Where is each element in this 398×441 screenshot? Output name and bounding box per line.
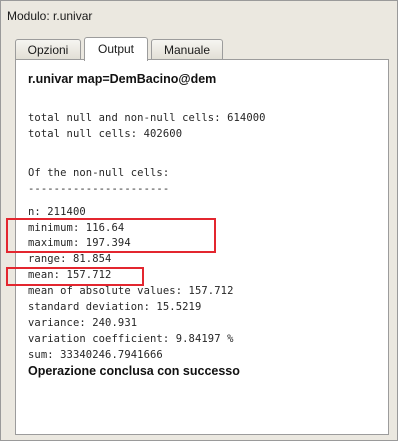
output-line-variation-coeff: variation coefficient: 9.84197 % <box>28 333 234 345</box>
tab-output[interactable]: Output <box>84 37 148 61</box>
module-window: Modulo: r.univar Opzioni Output Manuale … <box>0 0 398 441</box>
status-message: Operazione conclusa con successo <box>28 364 240 378</box>
output-line-sum: sum: 33340246.7941666 <box>28 349 163 361</box>
output-line-variance: variance: 240.931 <box>28 317 138 329</box>
command-line: r.univar map=DemBacino@dem <box>28 72 217 86</box>
output-line-total-cells: total null and non-null cells: 614000 <box>28 112 266 124</box>
output-line-mean-absolute: mean of absolute values: 157.712 <box>28 285 234 297</box>
output-line-non-null-header: Of the non-null cells: <box>28 167 170 179</box>
output-line-range: range: 81.854 <box>28 253 112 265</box>
output-line-separator: ---------------------- <box>28 183 170 195</box>
output-line-n: n: 211400 <box>28 206 86 218</box>
tab-opzioni[interactable]: Opzioni <box>15 39 81 59</box>
tab-manuale[interactable]: Manuale <box>151 39 223 59</box>
highlight-min-max-box <box>6 218 216 253</box>
output-panel[interactable]: r.univar map=DemBacino@dem total null an… <box>6 59 389 435</box>
highlight-mean-box <box>6 267 144 286</box>
window-title: Modulo: r.univar <box>7 9 93 23</box>
output-line-null-cells: total null cells: 402600 <box>28 128 183 140</box>
output-line-std-dev: standard deviation: 15.5219 <box>28 301 202 313</box>
